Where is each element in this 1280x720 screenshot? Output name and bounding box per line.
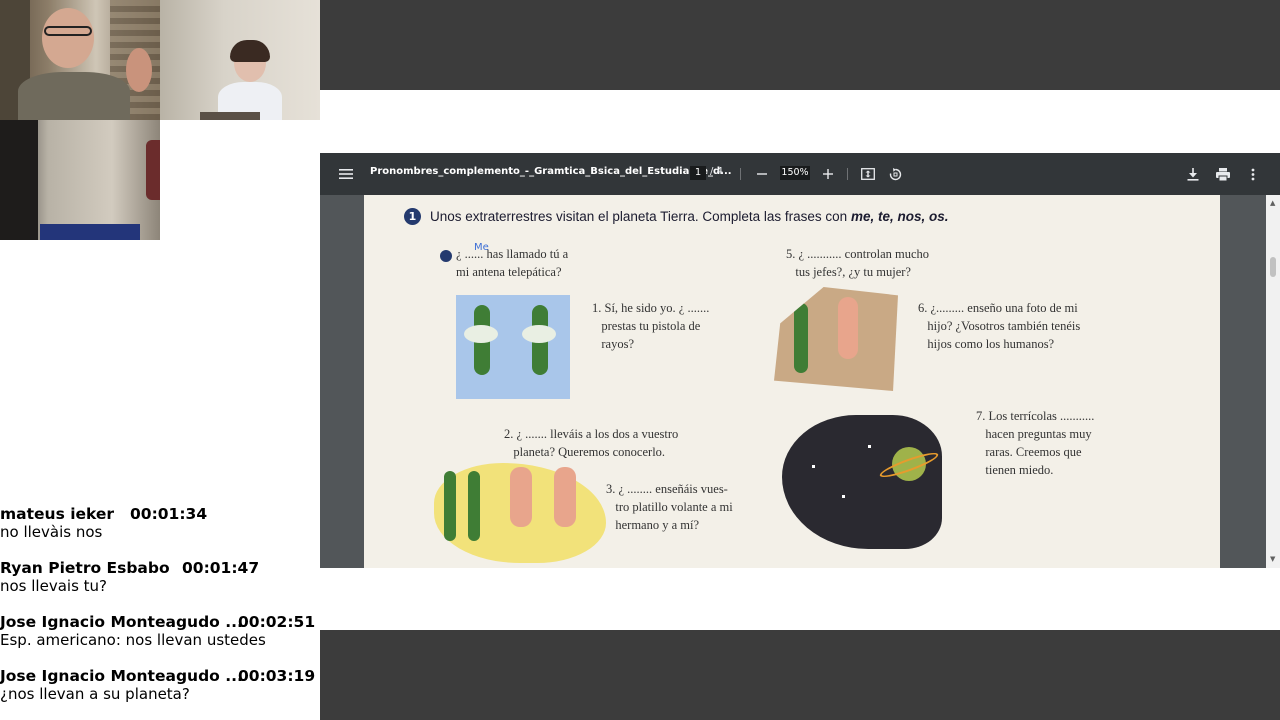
chat-timestamp: 00:02:51 [238, 613, 316, 631]
video-tile-participant-1[interactable] [0, 0, 160, 120]
chat-message: Jose Ignacio Monteagudo ... 00:02:51 Esp.… [0, 613, 320, 649]
illustration-aliens-humans [434, 463, 606, 563]
illustration-space-planet [782, 415, 942, 549]
illustration-alien-photo [774, 287, 898, 391]
illustration-aliens-blue [456, 295, 570, 399]
chat-message: Ryan Pietro Esbabo 00:01:47 nos llevais t… [0, 559, 320, 595]
screen-share-bottom-bar [320, 630, 1280, 720]
example-text: ¿ ...... has llamado tú a mi antena telep… [456, 247, 569, 279]
scroll-thumb[interactable] [1270, 257, 1276, 277]
zoom-in-icon[interactable] [821, 164, 835, 184]
chat-sender: Ryan Pietro Esbabo [0, 559, 170, 577]
chat-text: ¿nos llevan a su planeta? [0, 685, 190, 703]
video-tile-participant-3[interactable] [0, 120, 160, 240]
pdf-viewer: Pronombres_complemento_-_Gramtica_Bsica_… [320, 153, 1280, 568]
print-icon[interactable] [1215, 164, 1231, 184]
chat-text: no llevàis nos [0, 523, 103, 541]
item-1-text: 1. Sí, he sido yo. ¿ ....... prestas tu … [592, 301, 710, 351]
chat-text: nos llevais tu? [0, 577, 107, 595]
example-arrow-icon [440, 250, 452, 262]
pdf-scrollbar[interactable]: ▲ ▼ [1266, 195, 1280, 568]
scroll-down-icon[interactable]: ▼ [1270, 555, 1275, 563]
screen-share-top-bar [320, 0, 1280, 90]
video-tile-participant-2[interactable] [160, 0, 320, 120]
item-2-text: 2. ¿ ....... lleváis a los dos a vuestro… [504, 427, 679, 459]
item-6-text: 6. ¿......... enseño una foto de mi hijo… [918, 301, 1081, 351]
zoom-out-icon[interactable] [755, 164, 769, 184]
item-5-text: 5. ¿ ........... controlan mucho tus jef… [786, 247, 930, 279]
item-3-text: 3. ¿ ........ enseñáis vues- tro platill… [606, 482, 733, 532]
chat-message: mateus ieker 00:01:34 no llevàis nos [0, 505, 320, 541]
fit-page-icon[interactable] [860, 164, 876, 184]
chat-timestamp: 00:01:34 [130, 505, 208, 523]
scroll-up-icon[interactable]: ▲ [1270, 199, 1275, 207]
chat-text: Esp. americano: nos llevan ustedes [0, 631, 266, 649]
chat-sender: mateus ieker [0, 505, 115, 523]
chat-timestamp: 00:03:19 [238, 667, 316, 685]
screen-share-margin-top [320, 90, 1280, 153]
document-title: Pronombres_complemento_-_Gramtica_Bsica_… [370, 166, 732, 177]
rotate-icon[interactable] [887, 164, 903, 184]
more-icon[interactable] [1246, 164, 1260, 184]
download-icon[interactable] [1185, 164, 1201, 184]
chat-message: Jose Ignacio Monteagudo ... 00:03:19 ¿nos… [0, 667, 320, 703]
chat-sender: Jose Ignacio Monteagudo ... [0, 667, 243, 685]
video-gallery [0, 0, 320, 240]
exercise-heading: Unos extraterrestres visitan el planeta … [430, 209, 949, 224]
item-7-text: 7. Los terrícolas ........... hacen preg… [976, 409, 1095, 477]
page-total: / 4 [710, 166, 723, 177]
toolbar-divider [847, 168, 848, 180]
exercise-number: 1 [404, 208, 421, 225]
viewer-gutter [1220, 195, 1266, 568]
chat-timestamp: 00:01:47 [182, 559, 260, 577]
chat-sender: Jose Ignacio Monteagudo ... [0, 613, 243, 631]
zoom-level-input[interactable]: 150% [780, 166, 810, 180]
menu-icon[interactable] [338, 164, 354, 184]
toolbar-divider [740, 168, 741, 180]
page-number-input[interactable]: 1 [690, 166, 706, 180]
pdf-toolbar: Pronombres_complemento_-_Gramtica_Bsica_… [320, 153, 1280, 195]
screen-share-margin-bottom [320, 568, 1280, 630]
handwritten-answer: Me [474, 242, 489, 253]
pdf-page: 1 Unos extraterrestres visitan el planet… [364, 195, 1220, 568]
